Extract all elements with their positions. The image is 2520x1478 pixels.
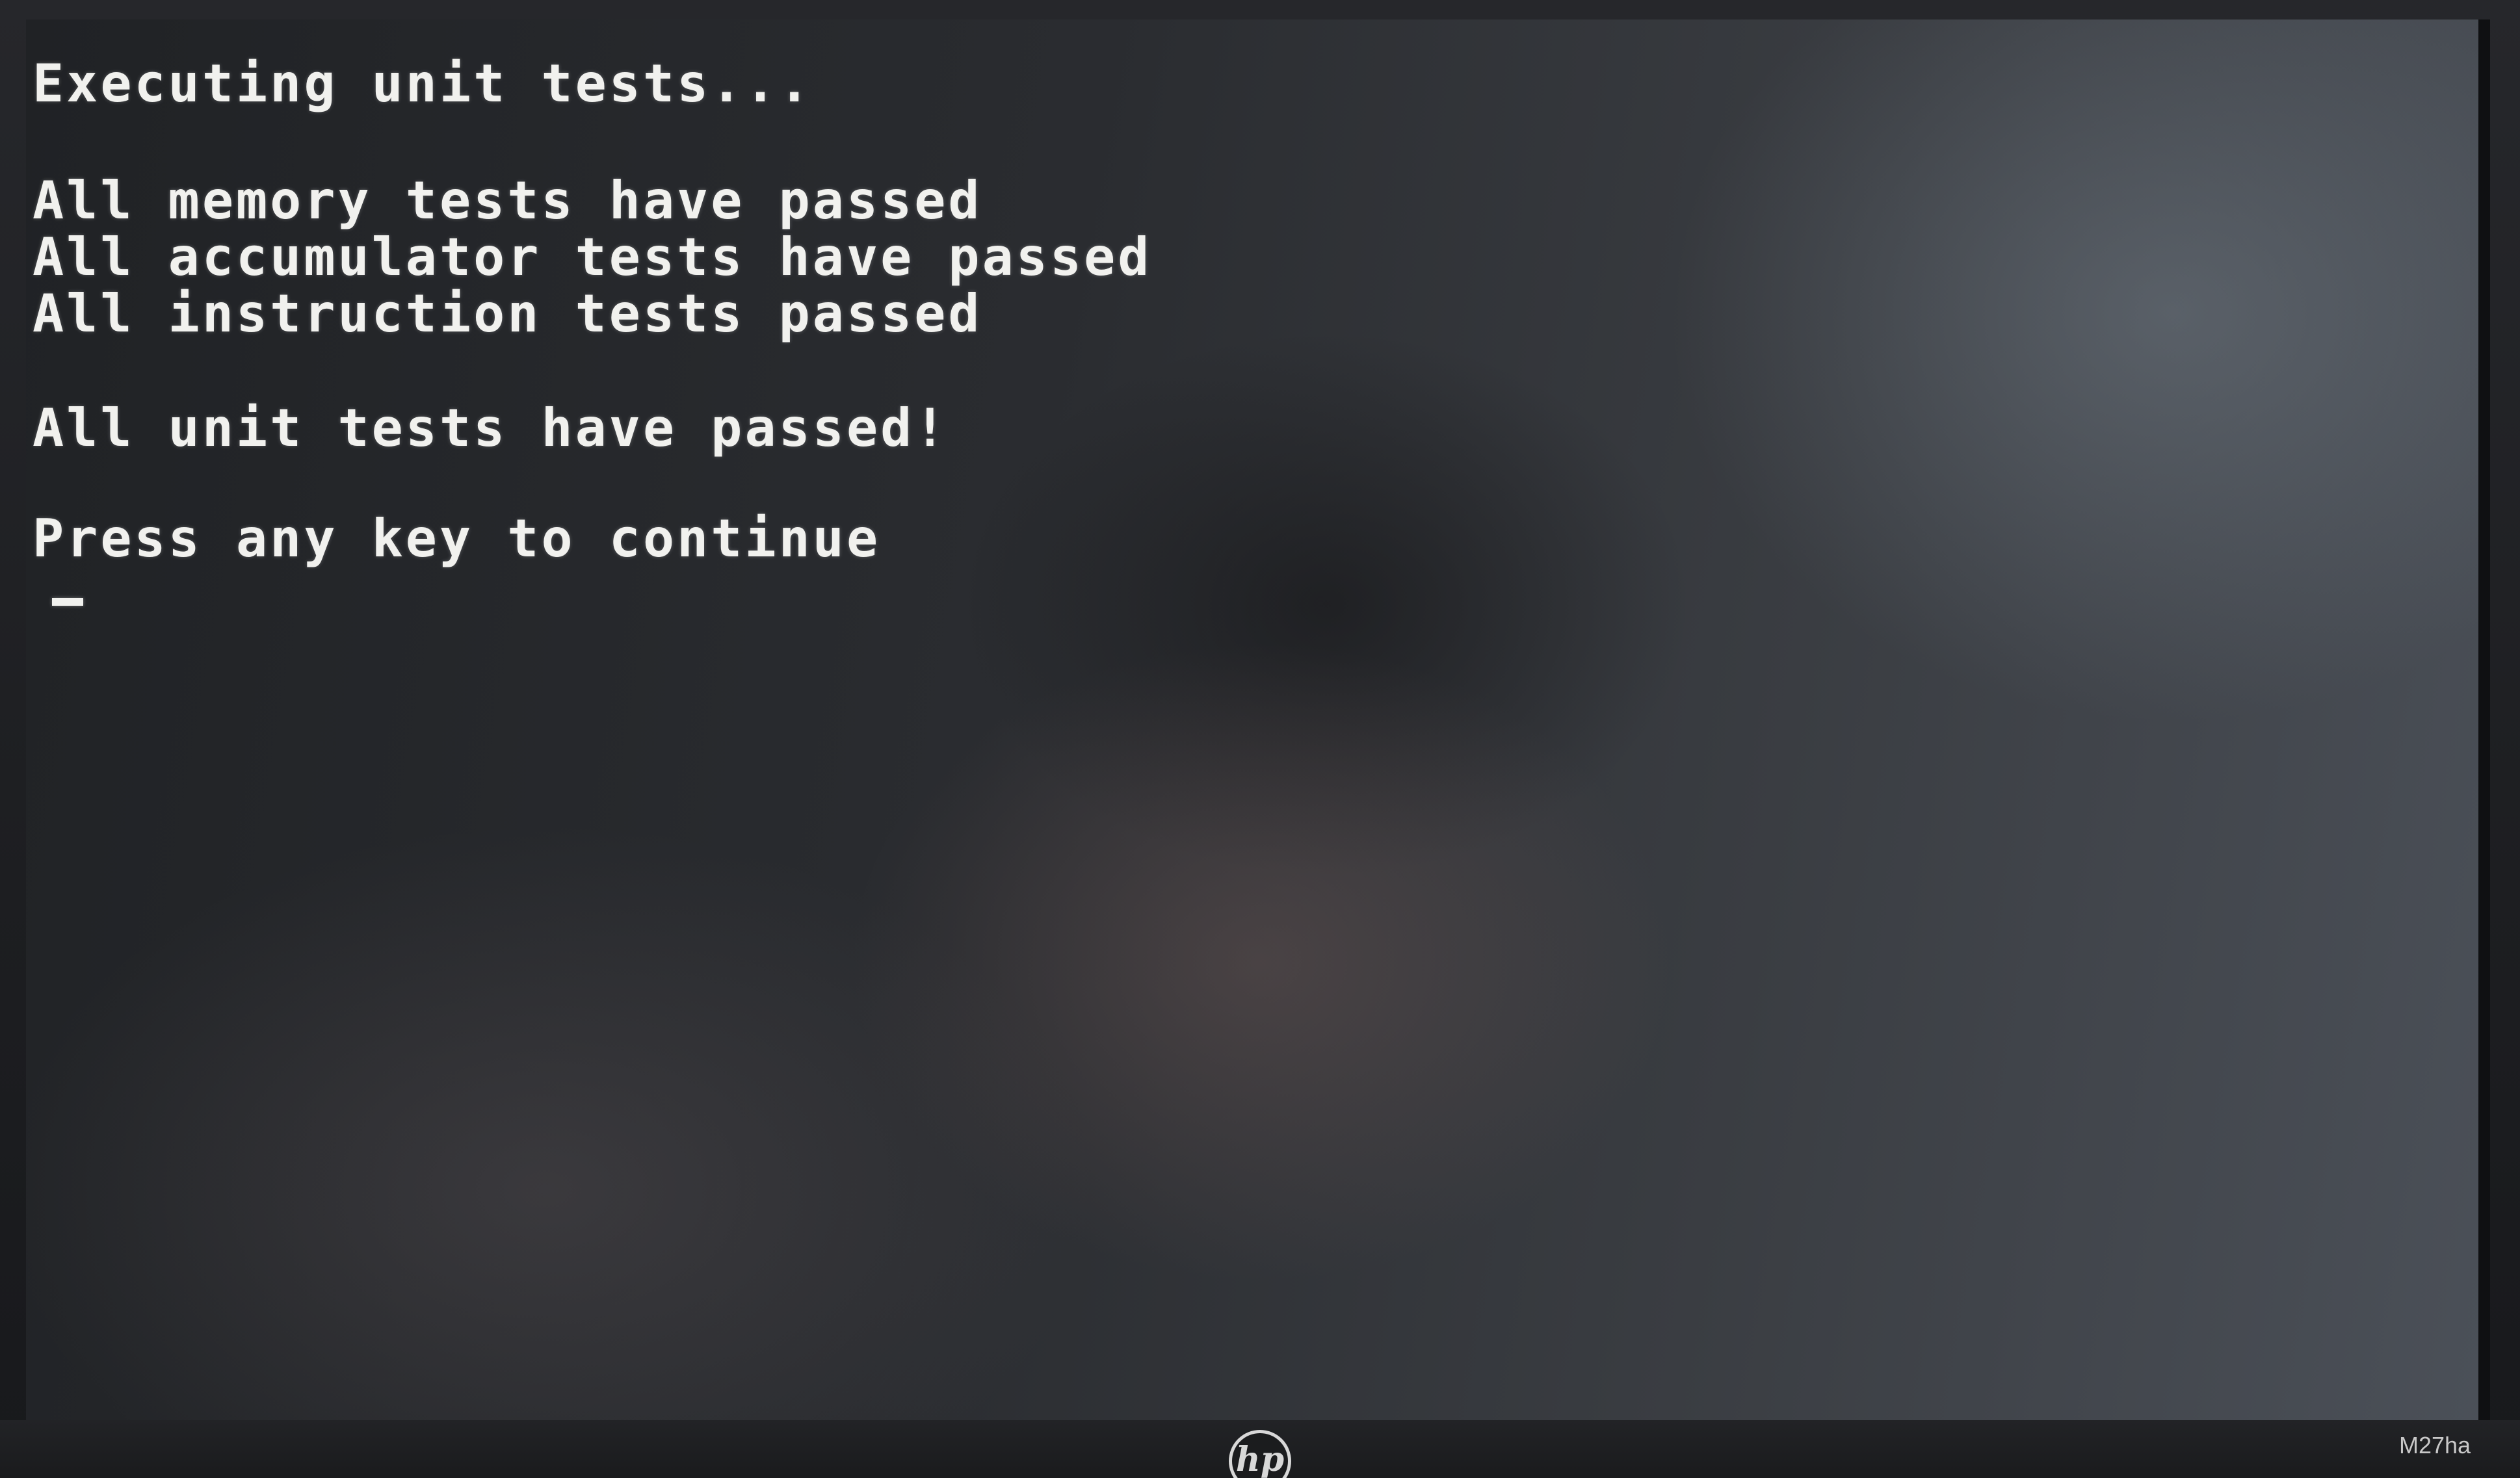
terminal-line-instruction: All instruction tests passed — [33, 283, 982, 344]
monitor: Executing unit tests... All memory tests… — [0, 0, 2520, 1478]
terminal-line-prompt: Press any key to continue — [33, 508, 881, 569]
terminal-line-accumulator: All accumulator tests have passed — [33, 227, 1152, 287]
terminal-line-summary: All unit tests have passed! — [33, 398, 949, 458]
blinking-cursor — [52, 598, 83, 606]
monitor-model-label: M27ha — [2399, 1432, 2471, 1459]
terminal-line-memory: All memory tests have passed — [33, 170, 982, 231]
terminal-screen[interactable]: Executing unit tests... All memory tests… — [26, 19, 2490, 1420]
terminal-line-executing: Executing unit tests... — [33, 53, 813, 114]
